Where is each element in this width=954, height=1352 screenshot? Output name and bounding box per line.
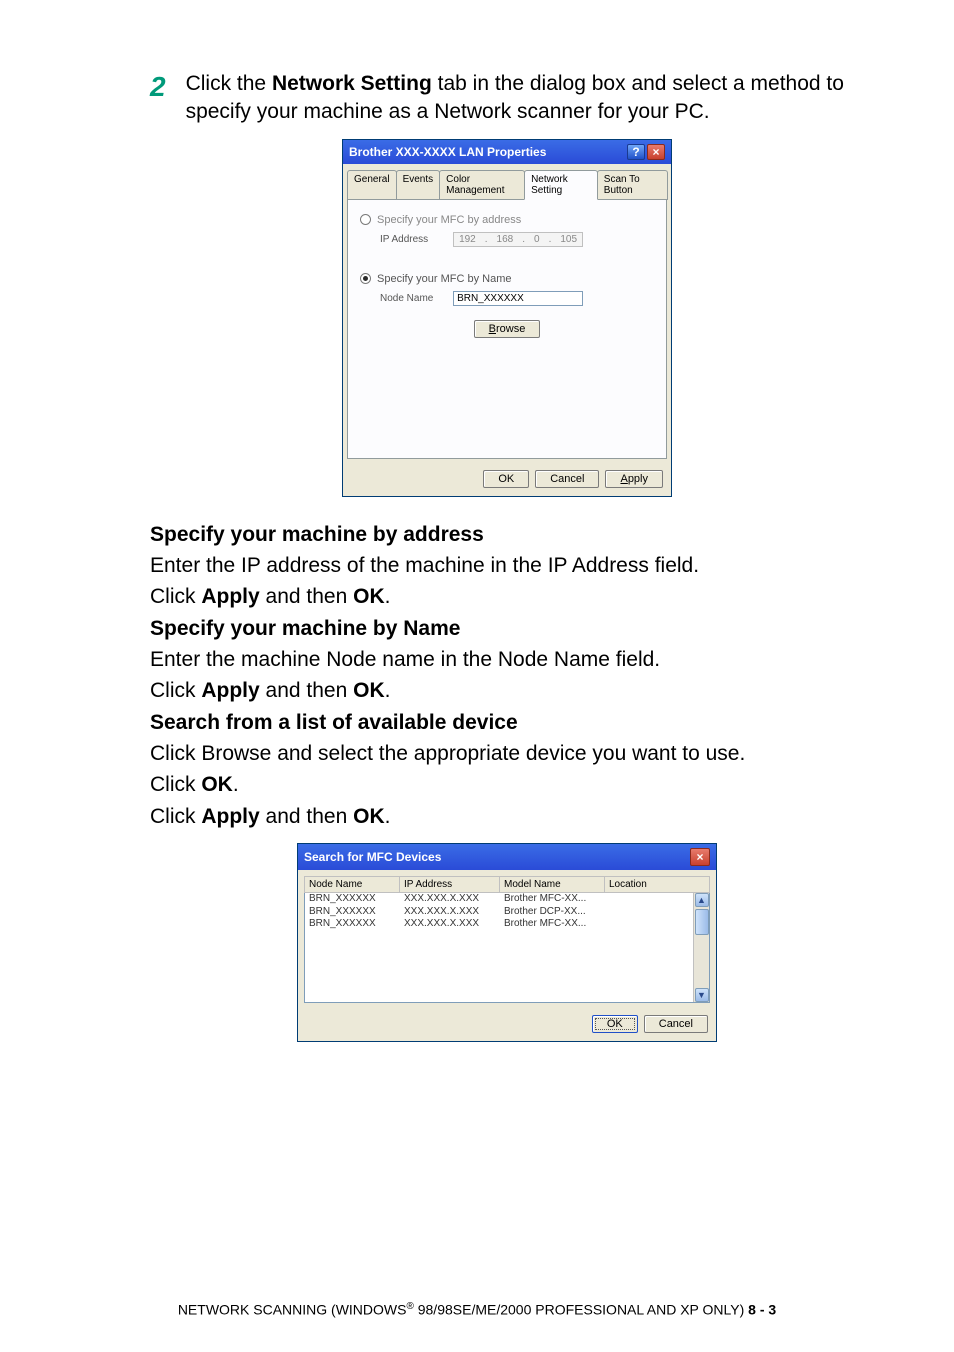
apply-button[interactable]: Apply	[605, 470, 663, 488]
ok-button[interactable]: OK	[592, 1015, 638, 1033]
close-icon[interactable]: ×	[690, 848, 710, 866]
scroll-thumb[interactable]	[695, 909, 709, 935]
ip-octet: 192	[457, 234, 478, 245]
step-number: 2	[150, 72, 166, 103]
cell-node: BRN_XXXXXX	[305, 906, 400, 919]
browse-button[interactable]: Browse	[474, 320, 541, 338]
text-apply-ok-3: Click Apply and then OK.	[150, 803, 864, 831]
dialog-tabs: General Events Color Management Network …	[343, 164, 671, 200]
col-model-name[interactable]: Model Name	[500, 877, 605, 892]
tab-network-setting[interactable]: Network Setting	[524, 170, 598, 200]
dialog-titlebar: Brother XXX-XXXX LAN Properties ? ×	[343, 140, 671, 164]
help-icon[interactable]: ?	[627, 144, 645, 160]
cancel-button[interactable]: Cancel	[644, 1015, 708, 1033]
text-browse-instruction: Click Browse and select the appropriate …	[150, 740, 864, 768]
tab-scan-to-button[interactable]: Scan To Button	[597, 170, 668, 200]
ok-button[interactable]: OK	[483, 470, 529, 488]
browse-label-rest: rowse	[496, 323, 525, 335]
ip-input: 192. 168. 0. 105	[453, 232, 583, 247]
radio-by-name[interactable]	[360, 273, 371, 284]
node-name-label: Node Name	[380, 293, 450, 304]
footer-text: NETWORK SCANNING (WINDOWS	[178, 1302, 407, 1318]
cell-ip: XXX.XXX.X.XXX	[400, 918, 500, 931]
tab-panel: Specify your MFC by address IP Address 1…	[347, 199, 667, 459]
dialog-title: Brother XXX-XXXX LAN Properties	[349, 145, 546, 159]
cell-ip: XXX.XXX.X.XXX	[400, 906, 500, 919]
registered-icon: ®	[406, 1301, 413, 1312]
page-footer: NETWORK SCANNING (WINDOWS® 98/98SE/ME/20…	[0, 1301, 954, 1318]
text-node-instruction: Enter the machine Node name in the Node …	[150, 646, 864, 674]
scrollbar[interactable]: ▲ ▼	[693, 893, 709, 1002]
text-apply-ok-2: Click Apply and then OK.	[150, 677, 864, 705]
col-node-name[interactable]: Node Name	[305, 877, 400, 892]
tab-events[interactable]: Events	[396, 170, 441, 200]
cell-model: Brother MFC-XX...	[500, 893, 605, 906]
ip-octet: 168	[495, 234, 516, 245]
ip-octet: 105	[558, 234, 579, 245]
search-dialog: Search for MFC Devices × Node Name IP Ad…	[297, 843, 717, 1042]
cell-model: Brother DCP-XX...	[500, 906, 605, 919]
cell-node: BRN_XXXXXX	[305, 893, 400, 906]
footer-text: 98/98SE/ME/2000 PROFESSIONAL AND XP ONLY…	[414, 1302, 748, 1318]
col-ip-address[interactable]: IP Address	[400, 877, 500, 892]
ip-octet: 0	[532, 234, 542, 245]
scroll-down-icon[interactable]: ▼	[695, 988, 709, 1002]
radio-by-address[interactable]	[360, 214, 371, 225]
cell-node: BRN_XXXXXX	[305, 918, 400, 931]
dialog-titlebar: Search for MFC Devices ×	[298, 844, 716, 870]
close-icon[interactable]: ×	[647, 144, 665, 160]
text-apply-ok-1: Click Apply and then OK.	[150, 583, 864, 611]
step-instruction: Click the Network Setting tab in the dia…	[186, 70, 864, 127]
properties-dialog: Brother XXX-XXXX LAN Properties ? × Gene…	[342, 139, 672, 497]
tab-color-management[interactable]: Color Management	[439, 170, 525, 200]
text-ip-instruction: Enter the IP address of the machine in t…	[150, 552, 864, 580]
radio-by-address-label: Specify your MFC by address	[377, 214, 521, 226]
heading-by-name: Specify your machine by Name	[150, 615, 864, 643]
list-item[interactable]: BRN_XXXXXX XXX.XXX.X.XXX Brother DCP-XX.…	[305, 906, 709, 919]
cancel-button[interactable]: Cancel	[535, 470, 599, 488]
text-fragment: Click the	[186, 72, 272, 95]
list-item[interactable]: BRN_XXXXXX XXX.XXX.X.XXX Brother MFC-XX.…	[305, 893, 709, 906]
cell-model: Brother MFC-XX...	[500, 918, 605, 931]
heading-search-list: Search from a list of available device	[150, 709, 864, 737]
apply-label-rest: pply	[628, 473, 648, 485]
radio-by-name-label: Specify your MFC by Name	[377, 273, 511, 285]
col-location[interactable]: Location	[605, 877, 709, 892]
device-list[interactable]: BRN_XXXXXX XXX.XXX.X.XXX Brother MFC-XX.…	[304, 893, 710, 1003]
cell-ip: XXX.XXX.X.XXX	[400, 893, 500, 906]
list-item[interactable]: BRN_XXXXXX XXX.XXX.X.XXX Brother MFC-XX.…	[305, 918, 709, 931]
heading-by-address: Specify your machine by address	[150, 521, 864, 549]
page-number: 8 - 3	[748, 1302, 776, 1318]
text-click-ok: Click OK.	[150, 771, 864, 799]
node-name-input[interactable]: BRN_XXXXXX	[453, 291, 583, 306]
tab-general[interactable]: General	[347, 170, 397, 200]
dialog-title: Search for MFC Devices	[304, 850, 441, 864]
scroll-up-icon[interactable]: ▲	[695, 893, 709, 907]
text-bold: Network Setting	[272, 72, 432, 95]
list-header: Node Name IP Address Model Name Location	[304, 876, 710, 893]
ip-label: IP Address	[380, 234, 450, 245]
